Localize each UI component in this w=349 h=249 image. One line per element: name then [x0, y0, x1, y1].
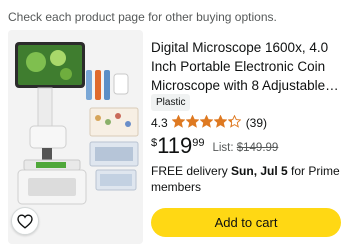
rating-row[interactable]: 4.3 (39): [151, 114, 267, 131]
delivery-date: Sun, Jul 5: [231, 164, 288, 178]
buying-options-notice: Check each product page for other buying…: [8, 10, 277, 24]
delivery-prefix: FREE delivery: [151, 164, 232, 178]
list-price-label: List:: [212, 142, 234, 154]
list-price-group: List: $149.99: [212, 142, 278, 154]
star-icon: [213, 114, 228, 131]
review-count-link[interactable]: (39): [246, 116, 267, 130]
star-rating[interactable]: [171, 114, 242, 131]
star-icon: [185, 114, 200, 131]
material-badge: Plastic: [151, 94, 191, 111]
add-to-cart-button[interactable]: Add to cart: [151, 208, 341, 237]
price-fraction: 99: [192, 137, 205, 149]
star-icon: [171, 114, 186, 131]
price-row: $ 119 99 List: $149.99: [151, 134, 278, 160]
star-icon: [199, 114, 214, 131]
heart-outline-icon: [17, 213, 33, 229]
price-whole: 119: [157, 133, 193, 158]
list-price-value: $149.99: [236, 142, 279, 154]
star-icon: [227, 114, 242, 131]
add-to-list-button[interactable]: [11, 207, 39, 235]
delivery-info: FREE delivery Sun, Jul 5 for Prime membe…: [151, 163, 343, 195]
rating-value: 4.3: [151, 116, 168, 130]
product-title-link[interactable]: Digital Microscope 1600x, 4.0 Inch Porta…: [151, 38, 343, 95]
